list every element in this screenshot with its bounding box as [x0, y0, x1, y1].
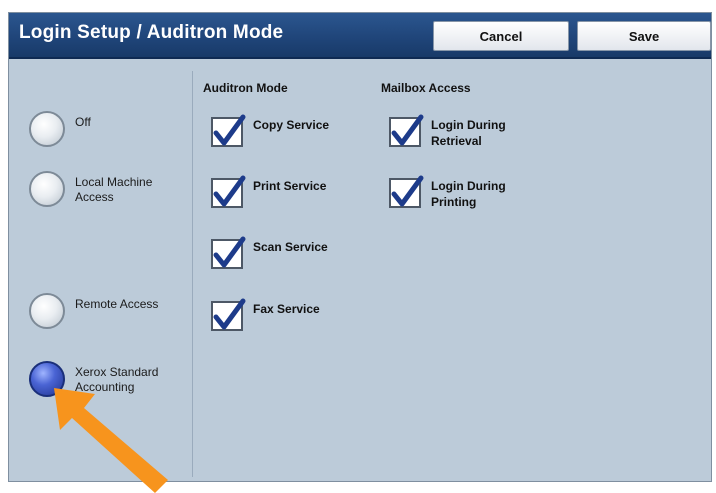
option-off[interactable]: Off [29, 111, 171, 147]
checkbox-print-service[interactable]: Print Service [211, 175, 327, 208]
checkbox-login-during-retrieval[interactable]: Login During Retrieval [389, 114, 515, 149]
checkbox-label: Login During Printing [431, 179, 506, 209]
option-label: Local Machine Access [75, 175, 153, 204]
orange-arrow-icon [54, 388, 168, 493]
checkbox-label: Login During Retrieval [431, 118, 506, 148]
checkmark-icon [213, 114, 246, 146]
checkmark-icon [391, 114, 424, 146]
checkbox-label: Copy Service [253, 118, 330, 132]
column-divider [192, 71, 193, 477]
option-local-machine-access[interactable]: Local Machine Access [29, 171, 171, 207]
radio-button[interactable] [29, 111, 65, 147]
option-label: Remote Access [75, 297, 159, 311]
page-title: Login Setup / Auditron Mode [19, 22, 284, 43]
checkbox[interactable] [211, 114, 246, 147]
checkbox-label: Fax Service [253, 302, 320, 316]
option-remote-access[interactable]: Remote Access [29, 293, 171, 329]
radio-button[interactable] [29, 293, 65, 329]
checkbox-scan-service[interactable]: Scan Service [211, 236, 328, 269]
radio-button[interactable] [29, 171, 65, 207]
auditron-mode-heading: Auditron Mode [203, 81, 288, 95]
checkbox[interactable] [389, 175, 424, 208]
checkbox-label: Scan Service [253, 240, 328, 254]
checkmark-icon [213, 175, 246, 207]
checkbox[interactable] [211, 236, 246, 269]
checkbox[interactable] [211, 175, 246, 208]
save-button[interactable]: Save [577, 21, 711, 51]
title-bar: Login Setup / Auditron Mode Cancel Save [9, 13, 711, 59]
checkbox-copy-service[interactable]: Copy Service [211, 114, 330, 147]
checkbox-login-during-printing[interactable]: Login During Printing [389, 175, 515, 210]
mailbox-access-heading: Mailbox Access [381, 81, 471, 95]
checkmark-icon [213, 236, 246, 268]
option-label: Off [75, 115, 91, 129]
checkbox[interactable] [389, 114, 424, 147]
checkbox-label: Print Service [253, 179, 327, 193]
checkmark-icon [213, 298, 246, 330]
checkbox[interactable] [211, 298, 246, 331]
checkbox-fax-service[interactable]: Fax Service [211, 298, 320, 331]
cancel-button[interactable]: Cancel [433, 21, 569, 51]
checkmark-icon [391, 175, 424, 207]
